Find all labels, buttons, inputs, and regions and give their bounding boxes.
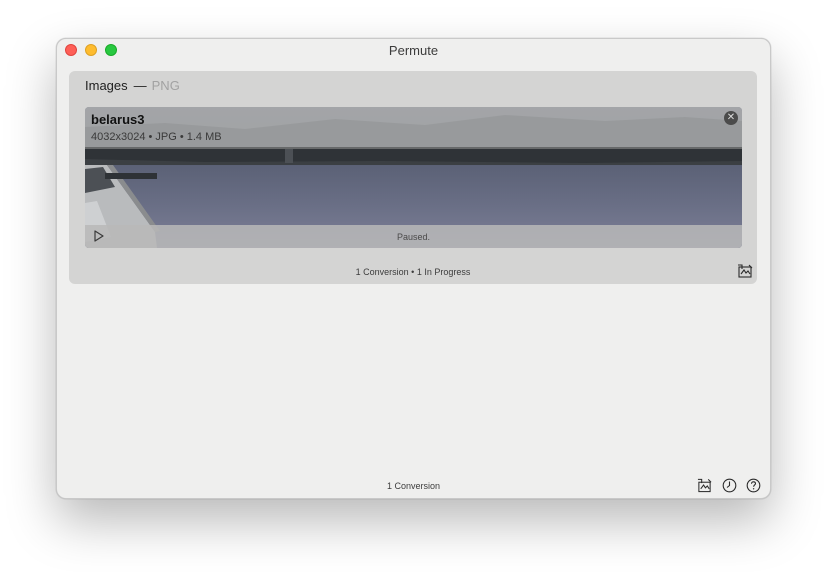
group-convert-button[interactable] (737, 264, 753, 278)
conversion-item[interactable]: belarus3 4032x3024 • JPG • 1.4 MB ✕ Paus… (85, 107, 742, 248)
window-title: Permute (388, 43, 439, 58)
title-bar[interactable]: Permute (57, 39, 770, 63)
close-circle-icon: ✕ (726, 112, 736, 123)
remove-item-button[interactable]: ✕ (724, 111, 738, 125)
group-summary: 1 Conversion • 1 In Progress (355, 267, 471, 277)
group-separator: — (133, 78, 147, 93)
history-button[interactable] (722, 478, 737, 493)
footer-status: 1 Conversion (386, 481, 441, 491)
images-group: Images — PNG belarus3 4032x3024 • JPG • … (69, 71, 757, 284)
clock-icon (722, 478, 737, 493)
item-status: Paused. (396, 232, 431, 242)
convert-button[interactable] (697, 478, 712, 493)
convert-icon (697, 478, 712, 493)
file-metadata: 4032x3024 • JPG • 1.4 MB (91, 131, 222, 143)
item-status-bar: Paused. (85, 225, 742, 248)
group-header: Images — PNG (85, 78, 180, 93)
app-window: Permute Images — PNG belarus3 4032x3024 … (56, 38, 771, 499)
convert-icon (738, 264, 753, 278)
file-name: belarus3 (91, 112, 145, 127)
output-format-selector[interactable]: PNG (152, 78, 180, 93)
question-icon (746, 478, 761, 493)
help-button[interactable] (746, 478, 761, 493)
group-title: Images (85, 78, 128, 93)
